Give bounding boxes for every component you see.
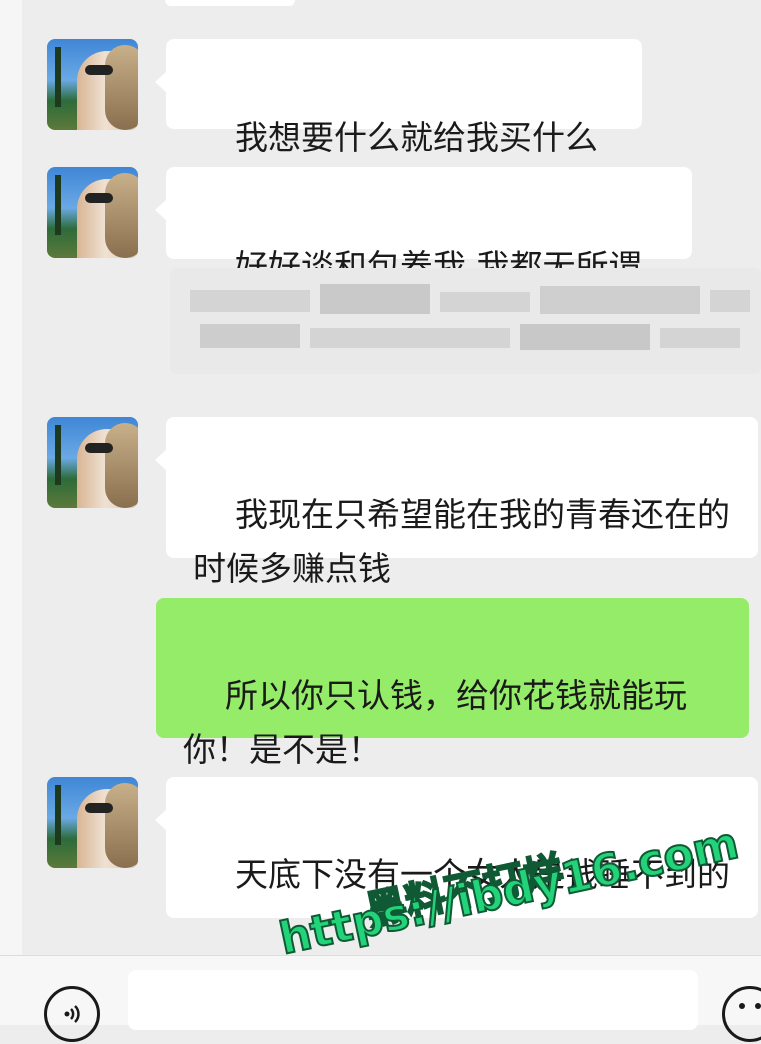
avatar[interactable]	[47, 167, 138, 258]
avatar-photo-palm	[55, 47, 61, 107]
avatar-photo-palm	[55, 785, 61, 845]
message-text: 我现在只希望能在我的青春还在的时候多赚点钱	[193, 495, 730, 588]
voice-wave-icon	[64, 1005, 80, 1023]
avatar-photo-glasses	[85, 193, 113, 203]
avatar-photo-hair	[105, 783, 138, 868]
message-bubble-incoming[interactable]: 好好谈和包养我 我都无所谓	[155, 167, 692, 286]
avatar-photo-hair	[105, 173, 138, 258]
message-text: 我想要什么就给我买什么	[234, 118, 598, 157]
message-bubble-incoming[interactable]: 我想要什么就给我买什么	[155, 39, 642, 157]
avatar[interactable]	[47, 39, 138, 130]
previous-bubble-edge	[165, 0, 295, 6]
message-bubble-outgoing[interactable]: 所以你只认钱，给你花钱就能玩你！是不是！	[156, 598, 749, 769]
emoji-eye	[755, 1003, 761, 1009]
avatar-photo-palm	[55, 175, 61, 235]
avatar-photo-hair	[105, 45, 138, 130]
blurred-message	[170, 268, 761, 374]
avatar-photo-palm	[55, 425, 61, 485]
avatar[interactable]	[47, 777, 138, 868]
emoji-icon[interactable]	[722, 986, 761, 1042]
message-input[interactable]	[128, 970, 698, 1030]
avatar-photo-glasses	[85, 803, 113, 813]
avatar-photo-hair	[105, 423, 138, 508]
voice-icon[interactable]	[44, 986, 100, 1042]
input-bar	[0, 955, 761, 1042]
avatar[interactable]	[47, 417, 138, 508]
avatar-photo-glasses	[85, 65, 113, 75]
message-bubble-incoming[interactable]: 我现在只希望能在我的青春还在的时候多赚点钱	[155, 417, 758, 588]
message-text: 所以你只认钱，给你花钱就能玩你！是不是！	[183, 676, 687, 769]
chat-area[interactable]: 我想要什么就给我买什么 好好谈和包养我 我都无所谓 我现在只希望能在我的青春还在…	[0, 0, 761, 955]
emoji-eye	[739, 1003, 745, 1009]
avatar-photo-glasses	[85, 443, 113, 453]
